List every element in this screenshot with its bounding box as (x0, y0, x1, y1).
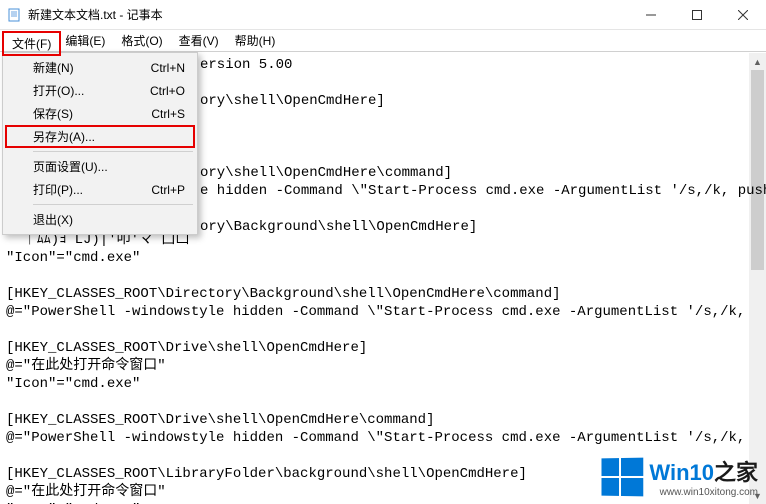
menu-open[interactable]: 打开(O)... Ctrl+O (5, 79, 195, 102)
menu-pagesetup-label: 页面设置(U)... (33, 158, 108, 175)
menu-separator-2 (33, 204, 193, 205)
window-title: 新建文本文档.txt - 记事本 (28, 6, 163, 23)
menu-print-label: 打印(P)... (33, 181, 83, 198)
menu-edit[interactable]: 编辑(E) (57, 30, 113, 51)
vertical-scrollbar[interactable]: ▲ ▼ (749, 53, 766, 504)
watermark-text: Win10之家 www.win10xitong.com (649, 455, 758, 498)
menu-file[interactable]: 文件(F) (4, 33, 59, 54)
maximize-button[interactable] (674, 0, 720, 29)
scroll-up-button[interactable]: ▲ (749, 53, 766, 70)
menu-save-label: 保存(S) (33, 105, 73, 122)
menu-print[interactable]: 打印(P)... Ctrl+P (5, 178, 195, 201)
menu-save[interactable]: 保存(S) Ctrl+S (5, 102, 195, 125)
notepad-icon (6, 7, 22, 23)
file-menu-highlight: 文件(F) (2, 31, 61, 56)
menu-pagesetup[interactable]: 页面设置(U)... (5, 155, 195, 178)
menu-view[interactable]: 查看(V) (171, 30, 227, 51)
menu-separator-1 (33, 151, 193, 152)
menu-exit-label: 退出(X) (33, 211, 73, 228)
file-dropdown: 新建(N) Ctrl+N 打开(O)... Ctrl+O 保存(S) Ctrl+… (2, 52, 198, 235)
windows-logo-icon (602, 457, 644, 496)
scroll-track[interactable] (749, 70, 766, 487)
menu-print-shortcut: Ctrl+P (151, 183, 185, 197)
window-controls (628, 0, 766, 29)
menu-exit[interactable]: 退出(X) (5, 208, 195, 231)
minimize-button[interactable] (628, 0, 674, 29)
watermark-main-a: Win10 (649, 460, 714, 485)
menu-open-label: 打开(O)... (33, 82, 84, 99)
menu-new-shortcut: Ctrl+N (151, 61, 185, 75)
menu-save-shortcut: Ctrl+S (151, 107, 185, 121)
menubar: 文件(F) 文件(F) 编辑(E) 格式(O) 查看(V) 帮助(H) (0, 30, 766, 52)
titlebar: 新建文本文档.txt - 记事本 (0, 0, 766, 30)
menu-saveas-label: 另存为(A)... (33, 128, 95, 145)
close-button[interactable] (720, 0, 766, 29)
watermark-url: www.win10xitong.com (649, 487, 758, 498)
menu-saveas[interactable]: 另存为(A)... (5, 125, 195, 148)
watermark-main-b: 之家 (714, 460, 758, 485)
watermark: Win10之家 www.win10xitong.com (601, 455, 758, 498)
menu-format[interactable]: 格式(O) (113, 30, 170, 51)
menu-new[interactable]: 新建(N) Ctrl+N (5, 56, 195, 79)
menu-new-label: 新建(N) (33, 59, 74, 76)
menu-open-shortcut: Ctrl+O (150, 84, 185, 98)
menu-help[interactable]: 帮助(H) (227, 30, 284, 51)
scroll-thumb[interactable] (751, 70, 764, 270)
